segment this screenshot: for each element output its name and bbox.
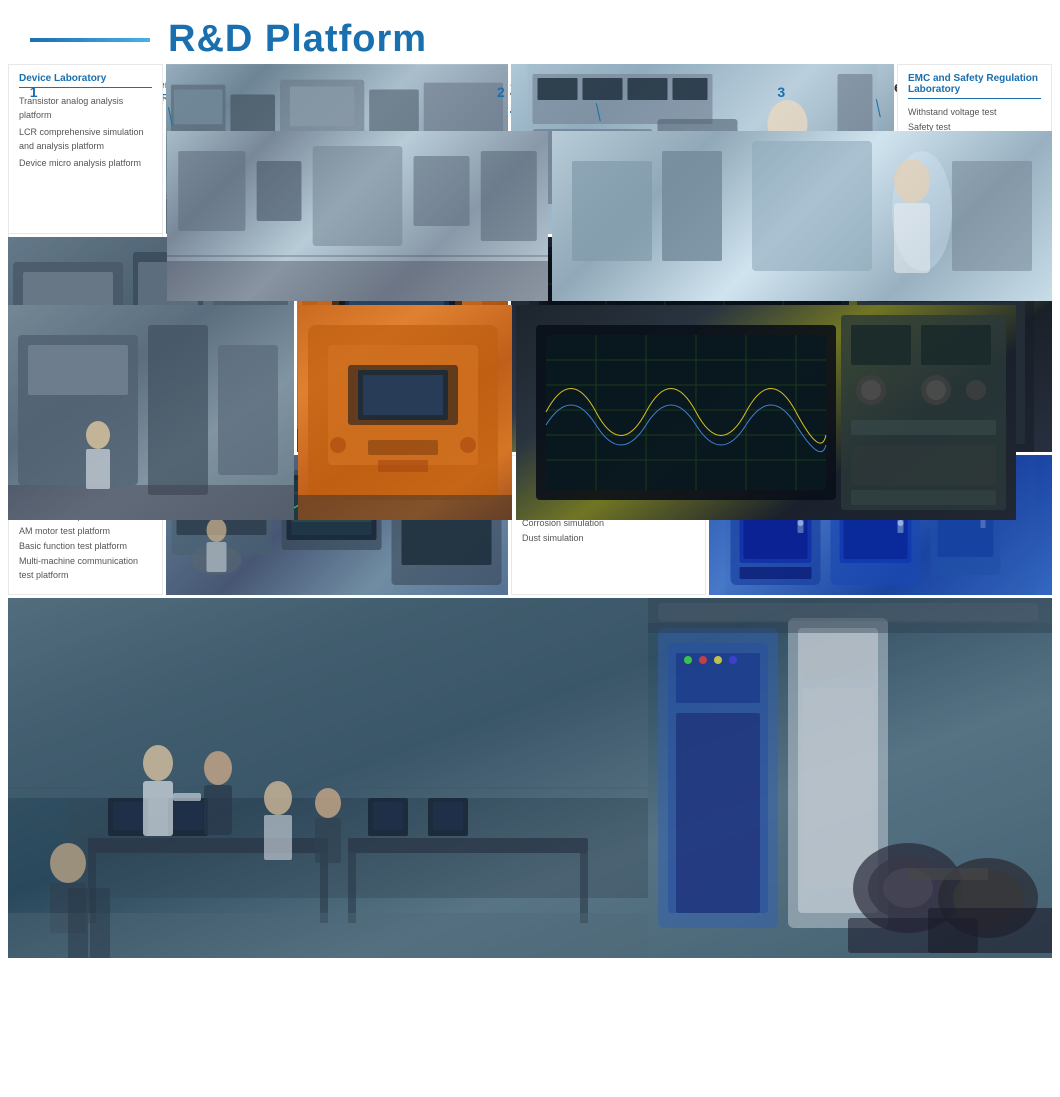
device-item-1: Transistor analog analysis platform: [19, 94, 152, 123]
bottom-large-photo: [8, 598, 1052, 958]
simenv-item-4: Dust simulation: [522, 531, 695, 545]
emc-item-1: Withstand voltage test: [908, 105, 1041, 119]
device-lab-title-2: Device Laboratory: [19, 73, 152, 88]
right-top-photo: [552, 131, 1052, 301]
func-item-3: AM motor test platform: [19, 525, 152, 539]
section-02-two: 2: [497, 84, 505, 100]
section-03-three: 3: [777, 84, 785, 100]
device-item-2: LCR comprehensive simulation and analysi…: [19, 125, 152, 154]
page-title: R&D Platform: [168, 18, 427, 61]
measurement-equipment-photo: [516, 305, 1016, 520]
factory-photo-1: [8, 305, 294, 520]
device-item-3: Device micro analysis platform: [19, 156, 152, 170]
emc-lab-title: EMC and Safety Regulation Laboratory: [908, 73, 1041, 99]
row-2: [8, 305, 1052, 520]
factory-photo-2-orange: [298, 305, 512, 520]
device-lab-photo: [167, 131, 548, 301]
page-header: R&D Platform: [0, 0, 1060, 71]
header-decoration: [30, 38, 150, 42]
section-01-one: 1: [30, 84, 38, 100]
right-column-top: [552, 131, 1052, 301]
func-item-4: Basic function test platform: [19, 540, 152, 554]
func-item-5: Multi-machine communication test platfor…: [19, 555, 152, 583]
